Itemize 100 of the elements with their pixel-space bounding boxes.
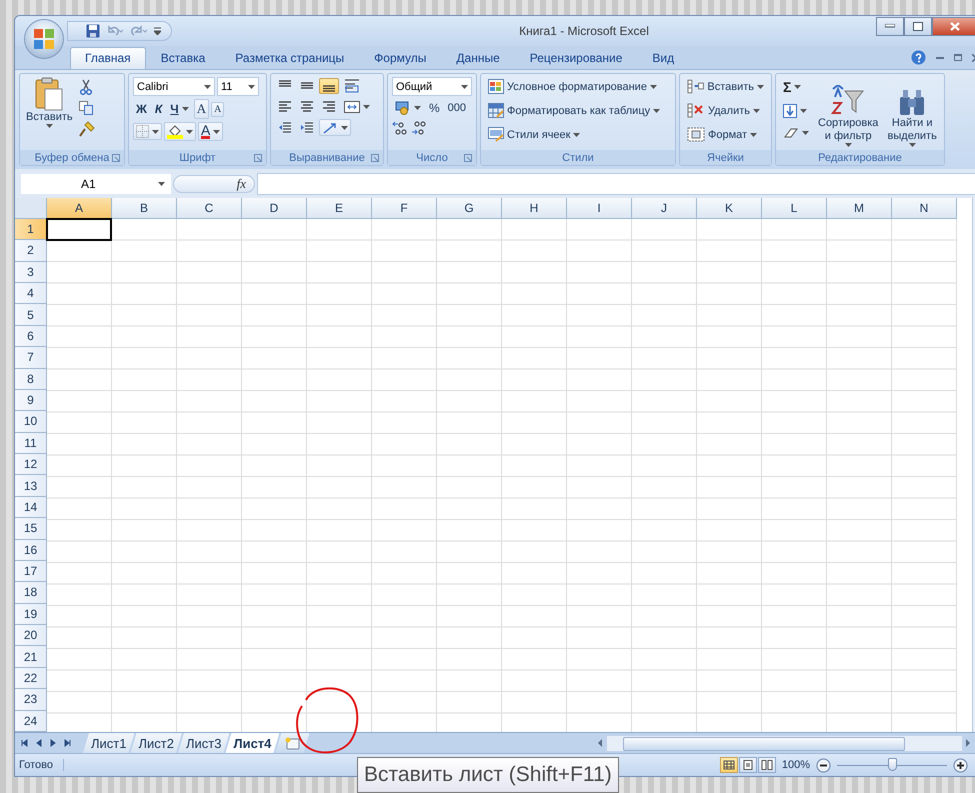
- row-header[interactable]: 5: [15, 304, 47, 326]
- orientation-button[interactable]: [319, 119, 351, 136]
- row-header[interactable]: 13: [15, 475, 47, 497]
- underline-button[interactable]: Ч: [167, 100, 192, 118]
- first-sheet-icon[interactable]: [21, 739, 29, 747]
- increase-decimal-icon[interactable]: [392, 120, 408, 136]
- column-header[interactable]: I: [567, 198, 632, 219]
- row-header[interactable]: 23: [15, 689, 47, 710]
- row-header[interactable]: 7: [15, 347, 47, 368]
- cells-command[interactable]: Вставить: [684, 77, 767, 96]
- close-button[interactable]: [932, 16, 975, 36]
- row-header[interactable]: 3: [15, 262, 47, 283]
- row-header[interactable]: 18: [15, 582, 47, 604]
- ribbon-tab[interactable]: Формулы: [359, 47, 442, 69]
- column-header[interactable]: D: [242, 198, 307, 219]
- ribbon-tab[interactable]: Главная: [70, 47, 146, 69]
- cells-command[interactable]: Формат: [684, 125, 767, 144]
- styles-command[interactable]: Форматировать как таблицу: [485, 101, 671, 120]
- last-sheet-icon[interactable]: [63, 739, 71, 747]
- font-color-button[interactable]: A: [198, 122, 224, 141]
- scrollbar-thumb[interactable]: [623, 736, 905, 750]
- row-header[interactable]: 19: [15, 604, 47, 625]
- column-header[interactable]: G: [437, 198, 502, 219]
- column-header[interactable]: C: [177, 198, 242, 219]
- row-header[interactable]: 6: [15, 326, 47, 348]
- row-header[interactable]: 24: [15, 710, 47, 732]
- grow-font-button[interactable]: A: [194, 99, 210, 119]
- row-header[interactable]: 22: [15, 668, 47, 690]
- font-size-field[interactable]: 11: [217, 77, 259, 96]
- view-button[interactable]: [738, 757, 757, 773]
- font-name-field[interactable]: Calibri: [133, 77, 215, 96]
- view-button[interactable]: [720, 757, 738, 773]
- sheet-tab[interactable]: Лист2: [130, 733, 182, 753]
- percent-button[interactable]: %: [426, 99, 443, 117]
- column-header[interactable]: L: [762, 198, 827, 219]
- row-header[interactable]: 14: [15, 496, 47, 518]
- scroll-right-icon[interactable]: [964, 738, 972, 748]
- name-box[interactable]: A1: [21, 174, 171, 194]
- cells-command[interactable]: Удалить: [684, 101, 767, 120]
- row-header[interactable]: 21: [15, 646, 47, 668]
- column-header[interactable]: A: [47, 198, 112, 219]
- borders-button[interactable]: [133, 123, 162, 140]
- column-header[interactable]: M: [827, 198, 892, 219]
- maximize-button[interactable]: [904, 16, 932, 36]
- column-header[interactable]: N: [892, 198, 957, 219]
- zoom-out-icon[interactable]: [816, 758, 831, 772]
- sheet-tab[interactable]: Лист3: [178, 733, 230, 753]
- sheet-tab[interactable]: Лист1: [83, 733, 134, 753]
- zoom-slider-thumb[interactable]: [888, 758, 897, 770]
- decrease-decimal-icon[interactable]: [410, 120, 426, 136]
- styles-command[interactable]: Условное форматирование: [485, 77, 671, 96]
- next-sheet-icon[interactable]: [49, 739, 57, 747]
- formula-input-field[interactable]: [257, 172, 975, 194]
- copy-icon[interactable]: [78, 101, 93, 115]
- scroll-left-icon[interactable]: [597, 738, 605, 748]
- horizontal-scrollbar[interactable]: [597, 733, 972, 753]
- vertical-align-button[interactable]: [319, 78, 339, 94]
- column-header[interactable]: H: [502, 198, 567, 219]
- ribbon-tab[interactable]: Рецензирование: [514, 47, 638, 69]
- help-icon[interactable]: [911, 50, 926, 65]
- format-painter-icon[interactable]: [78, 121, 95, 137]
- insert-function-button[interactable]: fx: [173, 174, 255, 192]
- minimize-button[interactable]: [876, 16, 904, 36]
- row-header[interactable]: 2: [15, 240, 47, 262]
- row-header[interactable]: 11: [15, 432, 47, 454]
- save-icon[interactable]: [86, 24, 100, 38]
- number-format-field[interactable]: Общий: [392, 77, 472, 96]
- bold-button[interactable]: Ж: [133, 100, 150, 118]
- row-header[interactable]: 15: [15, 518, 47, 540]
- row-header[interactable]: 9: [15, 390, 47, 412]
- shrink-font-button[interactable]: A: [211, 102, 224, 116]
- styles-command[interactable]: Стили ячеек: [485, 125, 671, 144]
- row-header[interactable]: 16: [15, 540, 47, 561]
- minimize-icon[interactable]: [936, 56, 944, 58]
- sort-filter-button[interactable]: Сортировка и фильтр: [816, 77, 880, 147]
- sheet-tab[interactable]: Лист4: [225, 733, 280, 753]
- column-header[interactable]: E: [307, 198, 372, 219]
- ribbon-tab[interactable]: Данные: [441, 47, 515, 69]
- autosum-button[interactable]: Σ: [780, 77, 812, 97]
- column-header[interactable]: F: [372, 198, 437, 219]
- find-select-button[interactable]: Найти и выделить: [884, 77, 940, 147]
- active-cell[interactable]: [46, 218, 112, 240]
- zoom-in-icon[interactable]: [953, 758, 968, 772]
- scissors-icon[interactable]: [78, 79, 93, 95]
- previous-sheet-icon[interactable]: [35, 739, 43, 747]
- row-header[interactable]: 17: [15, 560, 47, 582]
- ribbon-tab[interactable]: Вставка: [146, 47, 220, 69]
- row-header[interactable]: 10: [15, 411, 47, 433]
- row-header[interactable]: 8: [15, 368, 47, 390]
- column-header[interactable]: K: [697, 198, 762, 219]
- customize-toolbar-icon[interactable]: [154, 27, 161, 35]
- ribbon-tab[interactable]: Разметка страницы: [220, 47, 360, 69]
- row-header[interactable]: 20: [15, 625, 47, 646]
- paste-button[interactable]: Вставить: [24, 77, 75, 147]
- column-header[interactable]: B: [112, 198, 177, 219]
- row-header[interactable]: 12: [15, 454, 47, 476]
- merge-cells-button[interactable]: [341, 99, 373, 115]
- row-header[interactable]: 4: [15, 283, 47, 304]
- row-header[interactable]: 1: [15, 218, 47, 240]
- ribbon-tab[interactable]: Вид: [637, 47, 690, 69]
